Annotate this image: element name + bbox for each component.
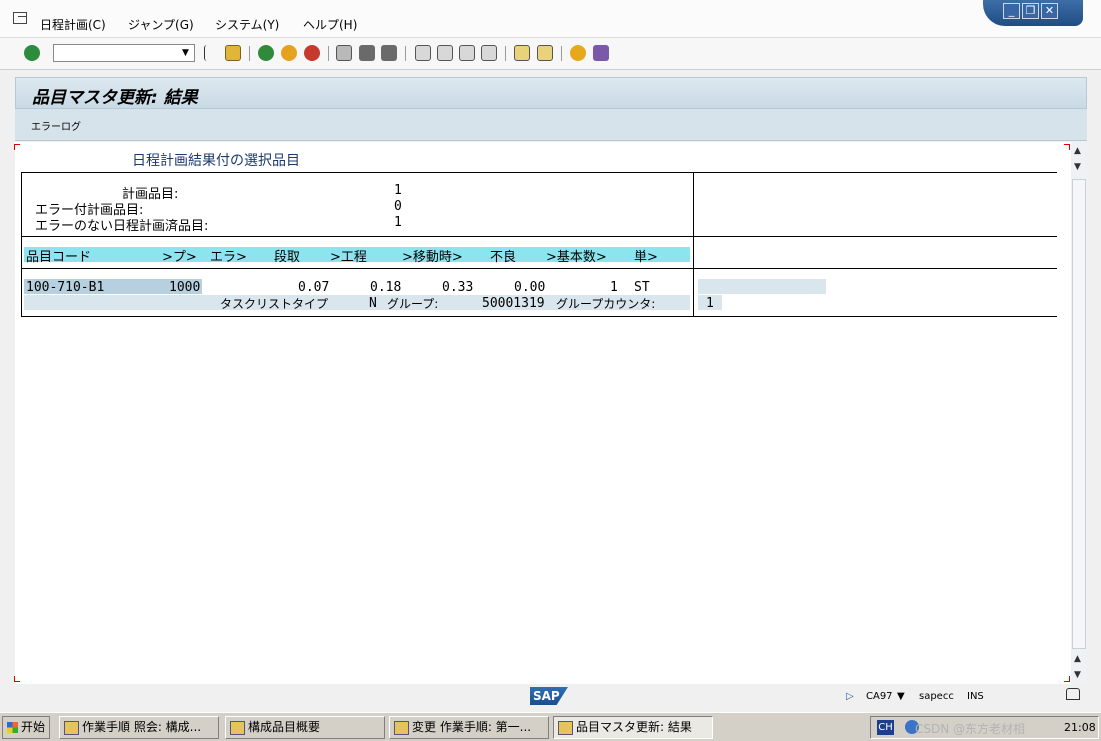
task-type-value: N xyxy=(369,296,377,311)
task-type-label: タスクリストタイプ xyxy=(220,297,329,311)
plant-cell: 1000 xyxy=(169,280,201,295)
scroll-up-icon[interactable]: ▲ xyxy=(1074,654,1081,664)
taskbar-item[interactable]: 作業手順 照会: 構成... xyxy=(59,716,219,739)
menu-item-system[interactable]: システム(Y) xyxy=(215,16,279,33)
summary-label: エラーのない日程計画済品目: xyxy=(35,219,209,234)
scrap-cell: 0.00 xyxy=(514,280,546,295)
window-controls: _ ❐ ✕ xyxy=(983,0,1083,26)
watermark-text: CSDN @东方老材相 xyxy=(915,722,1026,736)
corner-marker xyxy=(14,144,20,150)
column-header[interactable]: >基本数> xyxy=(546,246,607,265)
expand-status-icon[interactable]: ▷ xyxy=(846,691,854,702)
lock-icon xyxy=(1066,688,1080,700)
restore-button[interactable]: ❐ xyxy=(1022,3,1039,19)
scroll-thumb[interactable] xyxy=(1072,179,1086,649)
previous-page-icon[interactable] xyxy=(437,45,453,61)
next-page-icon[interactable] xyxy=(459,45,475,61)
vertical-scrollbar[interactable]: ▲ ▼ ▲ ▼ xyxy=(1071,142,1087,684)
process-cell: 0.18 xyxy=(370,280,402,295)
summary-value: 1 xyxy=(394,183,402,198)
sap-gui-window: 日程計画(C) ジャンプ(G) システム(Y) ヘルプ(H) _ ❐ ✕ ▼ 品… xyxy=(0,0,1101,741)
start-button[interactable]: 开始 xyxy=(2,716,50,739)
close-button[interactable]: ✕ xyxy=(1041,3,1058,19)
status-bar: SAP ▷ CA97 ▼ sapecc INS xyxy=(0,684,1101,712)
find-icon[interactable] xyxy=(359,45,375,61)
new-session-icon[interactable] xyxy=(514,45,530,61)
divider xyxy=(21,316,1057,317)
exit-icon[interactable] xyxy=(281,45,297,61)
menu-bar: 日程計画(C) ジャンプ(G) システム(Y) ヘルプ(H) _ ❐ ✕ xyxy=(0,0,1101,38)
page-title: 品目マスタ更新: 結果 xyxy=(32,88,198,108)
save-icon[interactable] xyxy=(225,45,241,61)
column-header[interactable]: >工程 xyxy=(330,246,367,265)
summary-value: 1 xyxy=(394,215,402,230)
back-icon[interactable] xyxy=(258,45,274,61)
corner-marker xyxy=(1064,144,1070,150)
counter-label: グループカウンタ: xyxy=(556,297,656,311)
command-field[interactable]: ▼ xyxy=(53,44,195,62)
taskbar-item[interactable]: 構成品目概要 xyxy=(225,716,385,739)
insert-mode: INS xyxy=(967,691,984,702)
find-next-icon[interactable] xyxy=(381,45,397,61)
last-page-icon[interactable] xyxy=(481,45,497,61)
divider xyxy=(21,236,1057,237)
transaction-code: CA97 xyxy=(866,691,893,702)
divider xyxy=(693,172,694,317)
scroll-down-icon[interactable]: ▼ xyxy=(1074,162,1081,172)
status-dropdown-icon[interactable]: ▼ xyxy=(897,691,905,702)
system-menu-icon[interactable] xyxy=(13,12,27,24)
group-value: 50001319 xyxy=(482,296,545,311)
application-toolbar: エラーログ xyxy=(15,109,1087,141)
command-dropdown-icon[interactable]: ▼ xyxy=(178,46,193,60)
corner-marker xyxy=(1064,676,1070,682)
corner-marker xyxy=(14,676,20,682)
summary-value: 0 xyxy=(394,199,402,214)
system-name: sapecc xyxy=(919,691,954,702)
layout-menu-icon[interactable] xyxy=(593,45,609,61)
standard-toolbar: ▼ xyxy=(0,38,1101,70)
setup-cell: 0.07 xyxy=(298,280,330,295)
sap-logo: SAP xyxy=(530,687,568,705)
column-header[interactable]: >移動時> xyxy=(402,246,463,265)
scroll-down-icon[interactable]: ▼ xyxy=(1074,670,1081,680)
column-header[interactable]: 段取 xyxy=(274,246,300,265)
unit-cell: ST xyxy=(634,280,650,295)
divider xyxy=(21,172,1057,173)
title-bar: 品目マスタ更新: 結果 xyxy=(15,77,1087,109)
move-cell: 0.33 xyxy=(442,280,474,295)
language-indicator[interactable]: CH xyxy=(877,720,894,735)
column-header[interactable]: >プ> xyxy=(162,246,197,265)
shortcut-icon[interactable] xyxy=(537,45,553,61)
taskbar-item[interactable]: 変更 作業手順: 第一... xyxy=(389,716,549,739)
column-header[interactable]: 不良 xyxy=(490,246,516,265)
group-label: グループ: xyxy=(387,297,439,311)
menu-item-jump[interactable]: ジャンプ(G) xyxy=(128,16,194,33)
taskbar-item-active[interactable]: 品目マスタ更新: 結果 xyxy=(553,716,713,739)
cancel-icon[interactable] xyxy=(304,45,320,61)
column-header[interactable]: 品目コード xyxy=(26,246,91,265)
row-highlight xyxy=(698,279,826,294)
column-header[interactable]: 単> xyxy=(634,246,658,265)
list-heading: 日程計画結果付の選択品目 xyxy=(132,153,300,169)
error-log-button[interactable]: エラーログ xyxy=(31,118,81,133)
first-page-icon[interactable] xyxy=(415,45,431,61)
divider xyxy=(21,172,22,317)
material-cell[interactable]: 100-710-B1 xyxy=(26,280,104,295)
clock: 21:08 xyxy=(1064,721,1096,734)
collapse-icon[interactable] xyxy=(204,45,212,61)
menu-item-help[interactable]: ヘルプ(H) xyxy=(303,16,357,33)
column-header[interactable]: エラ> xyxy=(210,246,247,265)
print-icon[interactable] xyxy=(336,45,352,61)
counter-value: 1 xyxy=(706,296,714,311)
scroll-up-icon[interactable]: ▲ xyxy=(1074,146,1081,156)
help-icon[interactable] xyxy=(570,45,586,61)
base-qty-cell: 1 xyxy=(610,280,618,295)
menu-item-planning[interactable]: 日程計画(C) xyxy=(40,16,106,33)
divider xyxy=(21,268,1057,269)
system-tray: CH CSDN @东方老材相 21:08 xyxy=(870,716,1099,739)
windows-taskbar: 开始 作業手順 照会: 構成... 構成品目概要 変更 作業手順: 第一... … xyxy=(0,712,1101,741)
minimize-button[interactable]: _ xyxy=(1003,3,1020,19)
enter-icon[interactable] xyxy=(24,45,40,61)
